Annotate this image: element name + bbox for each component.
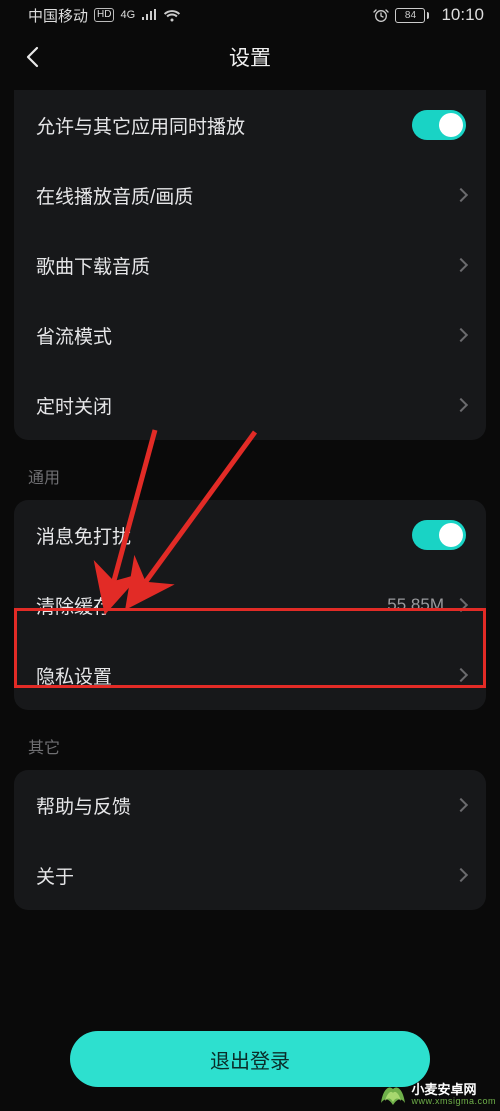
- logout-label: 退出登录: [210, 1045, 290, 1074]
- row-label: 隐私设置: [36, 662, 456, 689]
- watermark-name: 小麦安卓网: [411, 1083, 496, 1097]
- row-clear-cache[interactable]: 清除缓存 55.85M: [14, 570, 486, 640]
- network-label: 4G: [120, 9, 135, 21]
- chevron-right-icon: [454, 598, 468, 612]
- alarm-icon: [373, 7, 389, 23]
- wifi-icon: [163, 9, 181, 22]
- watermark: 小麦安卓网 www.xmsigma.com: [379, 1083, 496, 1107]
- chevron-right-icon: [454, 868, 468, 882]
- row-help-feedback[interactable]: 帮助与反馈: [14, 770, 486, 840]
- hd-badge: HD: [94, 8, 114, 22]
- row-download-quality[interactable]: 歌曲下载音质: [14, 230, 486, 300]
- back-button[interactable]: [12, 37, 52, 77]
- carrier-label: 中国移动: [28, 5, 88, 26]
- battery-level: 84: [405, 10, 416, 21]
- row-label: 在线播放音质/画质: [36, 182, 456, 209]
- row-do-not-disturb[interactable]: 消息免打扰: [14, 500, 486, 570]
- signal-icon: [141, 9, 157, 21]
- row-allow-other-apps[interactable]: 允许与其它应用同时播放: [14, 90, 486, 160]
- row-privacy-settings[interactable]: 隐私设置: [14, 640, 486, 710]
- chevron-left-icon: [25, 46, 39, 68]
- logout-button[interactable]: 退出登录: [70, 1031, 430, 1087]
- section-header-general: 通用: [0, 464, 500, 500]
- row-about[interactable]: 关于: [14, 840, 486, 910]
- nav-header: 设置: [0, 30, 500, 84]
- chevron-right-icon: [454, 398, 468, 412]
- logout-wrap: 退出登录: [0, 1031, 500, 1087]
- row-label: 消息免打扰: [36, 522, 412, 549]
- row-sleep-timer[interactable]: 定时关闭: [14, 370, 486, 440]
- chevron-right-icon: [454, 328, 468, 342]
- page-title: 设置: [0, 42, 500, 72]
- toggle-do-not-disturb[interactable]: [412, 520, 466, 550]
- chevron-right-icon: [454, 258, 468, 272]
- settings-group-general: 消息免打扰 清除缓存 55.85M 隐私设置: [14, 500, 486, 710]
- status-left: 中国移动 HD 4G: [28, 5, 181, 26]
- row-online-quality[interactable]: 在线播放音质/画质: [14, 160, 486, 230]
- watermark-url: www.xmsigma.com: [411, 1097, 496, 1107]
- watermark-logo-icon: [379, 1083, 407, 1107]
- row-label: 允许与其它应用同时播放: [36, 112, 412, 139]
- settings-group-playback: 允许与其它应用同时播放 在线播放音质/画质 歌曲下载音质 省流模式 定时关闭: [14, 90, 486, 440]
- clock: 10:10: [441, 5, 484, 25]
- cache-size-value: 55.85M: [387, 595, 444, 615]
- row-data-saver[interactable]: 省流模式: [14, 300, 486, 370]
- row-label: 歌曲下载音质: [36, 252, 456, 279]
- row-label: 帮助与反馈: [36, 792, 456, 819]
- section-header-other: 其它: [0, 734, 500, 770]
- row-label: 定时关闭: [36, 392, 456, 419]
- battery-indicator: 84: [395, 8, 429, 23]
- row-label: 关于: [36, 862, 456, 889]
- toggle-allow-other-apps[interactable]: [412, 110, 466, 140]
- status-right: 84 10:10: [373, 5, 484, 25]
- settings-group-other: 帮助与反馈 关于: [14, 770, 486, 910]
- chevron-right-icon: [454, 668, 468, 682]
- row-label: 清除缓存: [36, 592, 387, 619]
- chevron-right-icon: [454, 188, 468, 202]
- row-label: 省流模式: [36, 322, 456, 349]
- status-bar: 中国移动 HD 4G 84 10:10: [0, 0, 500, 30]
- chevron-right-icon: [454, 798, 468, 812]
